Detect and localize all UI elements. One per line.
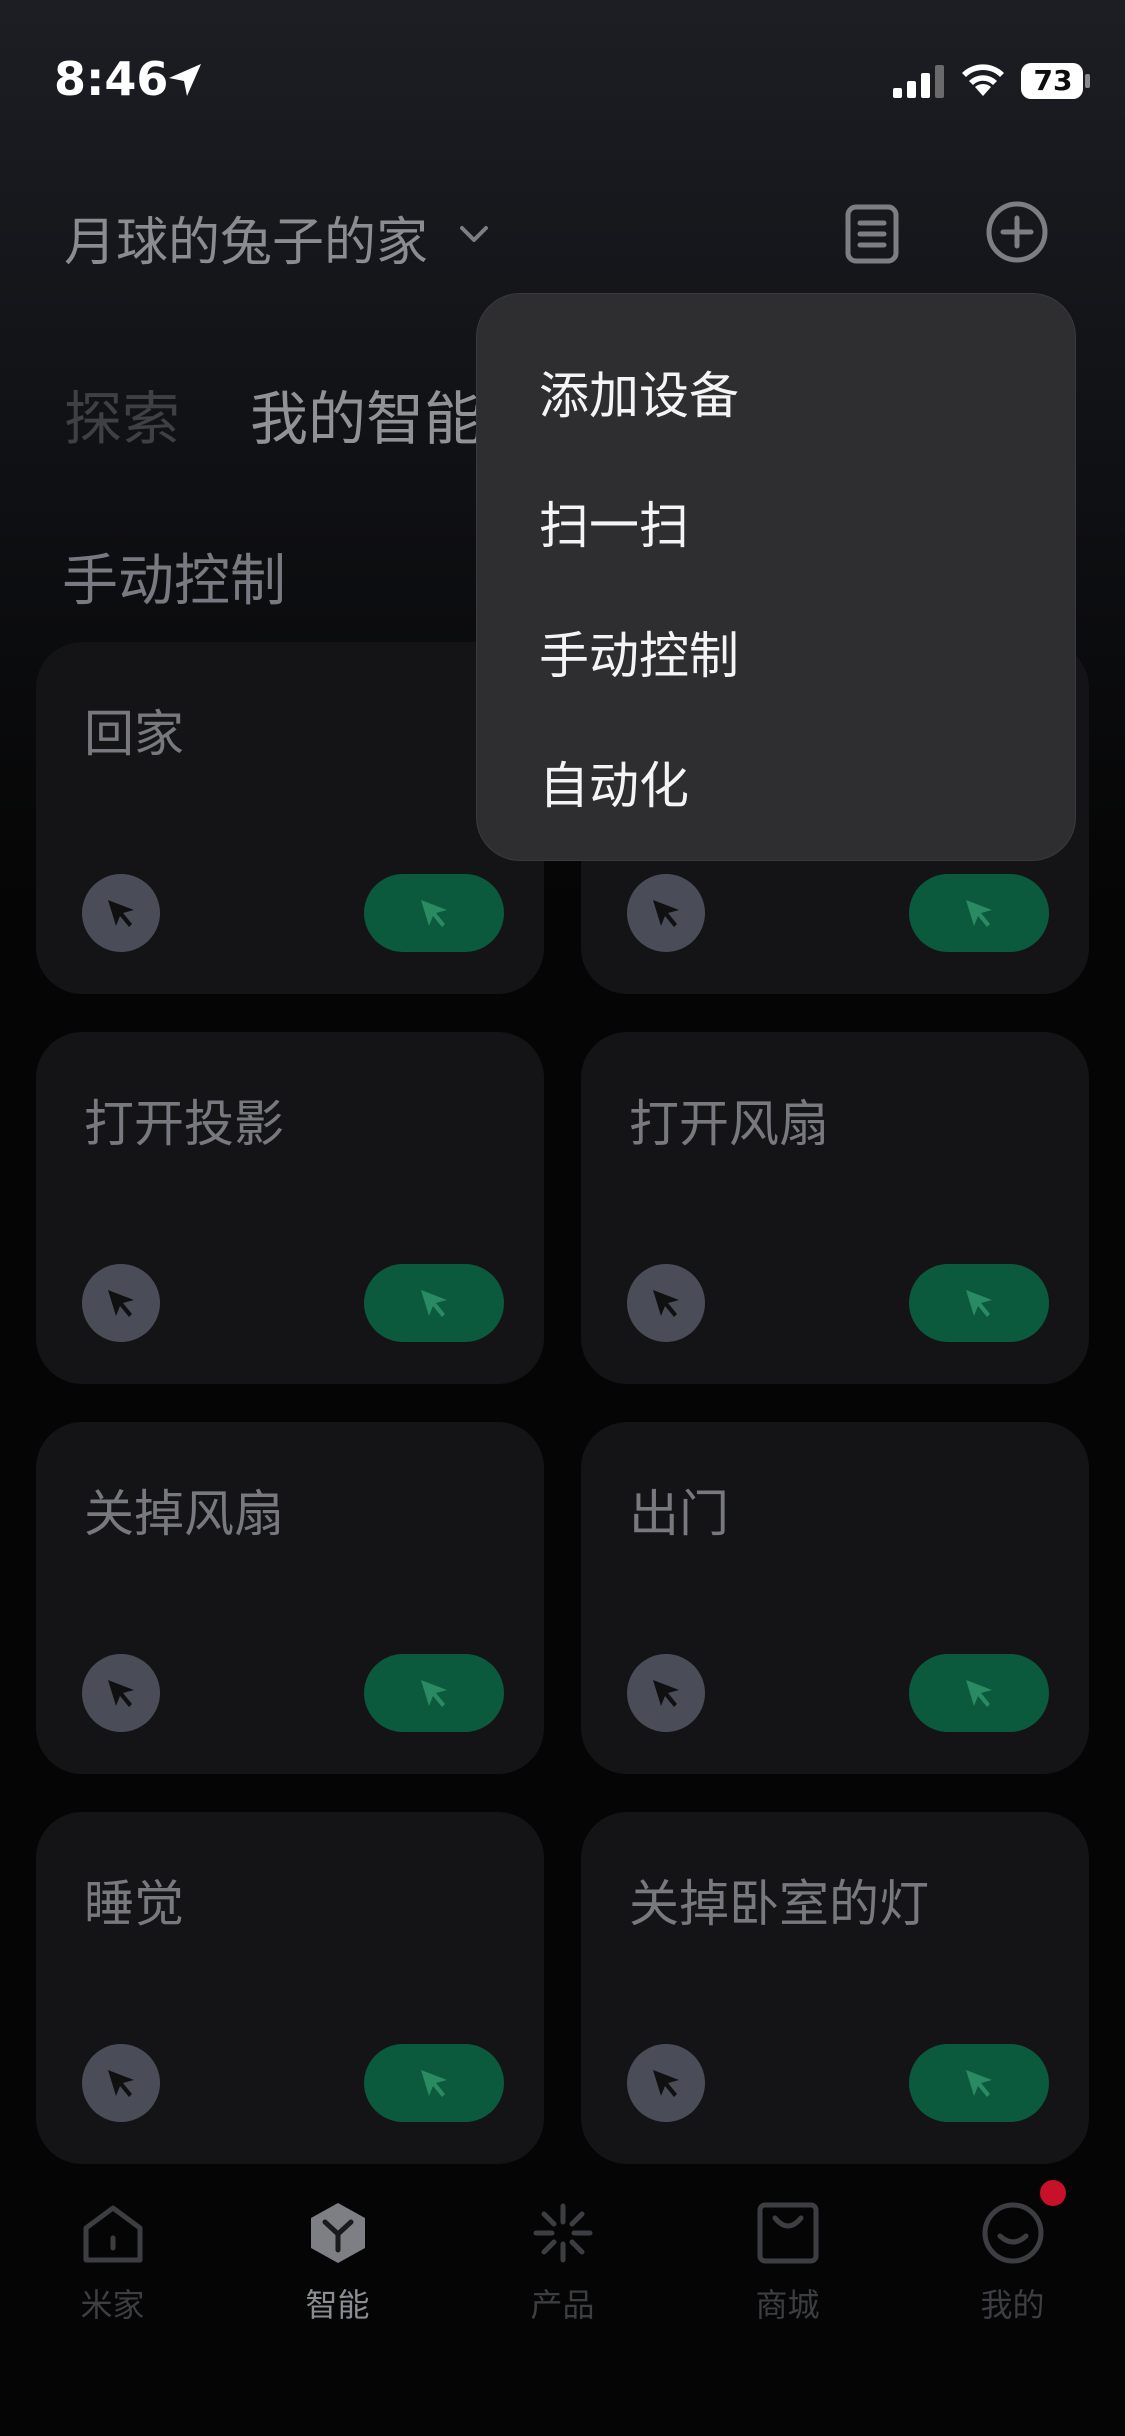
scene-edit-button[interactable]: [627, 874, 705, 952]
scene-name: 关掉卧室的灯: [629, 1875, 929, 1933]
scene-name: 出门: [629, 1485, 729, 1543]
scene-run-button[interactable]: [909, 1654, 1049, 1732]
cursor-arrow-icon: [108, 2070, 134, 2097]
menu-item-manual-control[interactable]: 手动控制: [539, 616, 739, 688]
cursor-arrow-icon: [108, 1680, 134, 1707]
menu-item-automation[interactable]: 自动化: [539, 746, 689, 818]
document-list-icon[interactable]: [844, 203, 900, 265]
scene-edit-button[interactable]: [82, 1264, 160, 1342]
cursor-arrow-icon: [966, 1290, 992, 1317]
scene-edit-button[interactable]: [627, 1264, 705, 1342]
nav-item-mall[interactable]: 商城: [675, 2170, 900, 2370]
smart-cube-icon: [311, 2203, 365, 2263]
scene-run-button[interactable]: [909, 874, 1049, 952]
cursor-arrow-icon: [421, 900, 447, 927]
cursor-arrow-icon: [108, 900, 134, 927]
cursor-arrow-icon: [421, 1680, 447, 1707]
cursor-arrow-icon: [421, 1290, 447, 1317]
cellular-signal-icon: [893, 65, 944, 98]
scene-card[interactable]: 回家: [36, 642, 544, 994]
scene-run-button[interactable]: [909, 1264, 1049, 1342]
home-selector-title[interactable]: 月球的兔子的家: [64, 200, 428, 275]
nav-item-profile[interactable]: 我的: [900, 2170, 1125, 2370]
cursor-arrow-icon: [653, 1680, 679, 1707]
location-arrow-icon: [169, 64, 201, 96]
wifi-icon: [962, 64, 1004, 96]
chevron-down-icon[interactable]: [454, 218, 494, 250]
scene-run-button[interactable]: [364, 1264, 504, 1342]
menu-item-add-device[interactable]: 添加设备: [539, 356, 739, 428]
cursor-arrow-icon: [653, 900, 679, 927]
nav-label: 我的: [980, 2286, 1045, 2324]
battery-percentage: 73: [1033, 64, 1073, 97]
scene-name: 睡觉: [84, 1875, 184, 1933]
scene-edit-button[interactable]: [627, 2044, 705, 2122]
nav-label: 智能: [305, 2286, 370, 2324]
scene-edit-button[interactable]: [627, 1654, 705, 1732]
scene-card[interactable]: 出门: [581, 1422, 1089, 1774]
spark-icon: [533, 2203, 593, 2263]
cursor-arrow-icon: [966, 2070, 992, 2097]
cursor-arrow-icon: [653, 2070, 679, 2097]
tab-my-smart[interactable]: 我的智能: [250, 372, 482, 456]
cursor-arrow-icon: [421, 2070, 447, 2097]
nav-label: 商城: [755, 2286, 820, 2324]
home-icon: [83, 2205, 143, 2263]
cursor-arrow-icon: [653, 1290, 679, 1317]
cursor-arrow-icon: [966, 1680, 992, 1707]
bottom-nav: 米家 智能 产品 商城 我的: [0, 2170, 1125, 2436]
scene-edit-button[interactable]: [82, 2044, 160, 2122]
status-bar: 8:46 73: [0, 0, 1125, 150]
menu-item-scan[interactable]: 扫一扫: [539, 486, 689, 558]
nav-item-home[interactable]: 米家: [0, 2170, 225, 2370]
scene-edit-button[interactable]: [82, 1654, 160, 1732]
scene-edit-button[interactable]: [82, 874, 160, 952]
add-dropdown-menu: 添加设备 扫一扫 手动控制 自动化: [476, 293, 1076, 861]
scene-run-button[interactable]: [364, 874, 504, 952]
scene-name: 打开投影: [84, 1095, 284, 1153]
tab-explore[interactable]: 探索: [64, 372, 180, 456]
scene-name: 关掉风扇: [84, 1485, 284, 1543]
shopping-bag-icon: [757, 2202, 819, 2264]
scene-run-button[interactable]: [364, 1654, 504, 1732]
scene-card[interactable]: 打开投影: [36, 1032, 544, 1384]
add-circle-icon[interactable]: [985, 200, 1049, 264]
scene-name: 打开风扇: [629, 1095, 829, 1153]
scene-card[interactable]: 关掉卧室的灯: [581, 1812, 1089, 2164]
notification-badge-dot: [1040, 2180, 1066, 2206]
screen: 8:46 73 月球的兔子的家 探索 我的智能 手动控制 回家 打开投影 打开风…: [0, 0, 1125, 2436]
nav-item-products[interactable]: 产品: [450, 2170, 675, 2370]
section-title-manual-control: 手动控制: [62, 549, 286, 614]
scene-card[interactable]: 睡觉: [36, 1812, 544, 2164]
scene-card[interactable]: 打开风扇: [581, 1032, 1089, 1384]
cursor-arrow-icon: [108, 1290, 134, 1317]
scene-card[interactable]: 关掉风扇: [36, 1422, 544, 1774]
nav-label: 产品: [530, 2286, 595, 2324]
nav-item-smart[interactable]: 智能: [225, 2170, 450, 2370]
cursor-arrow-icon: [966, 900, 992, 927]
status-time: 8:46: [54, 52, 169, 106]
scene-run-button[interactable]: [909, 2044, 1049, 2122]
scene-name: 回家: [84, 705, 184, 763]
scene-run-button[interactable]: [364, 2044, 504, 2122]
profile-face-icon: [982, 2202, 1044, 2264]
nav-label: 米家: [80, 2286, 145, 2324]
